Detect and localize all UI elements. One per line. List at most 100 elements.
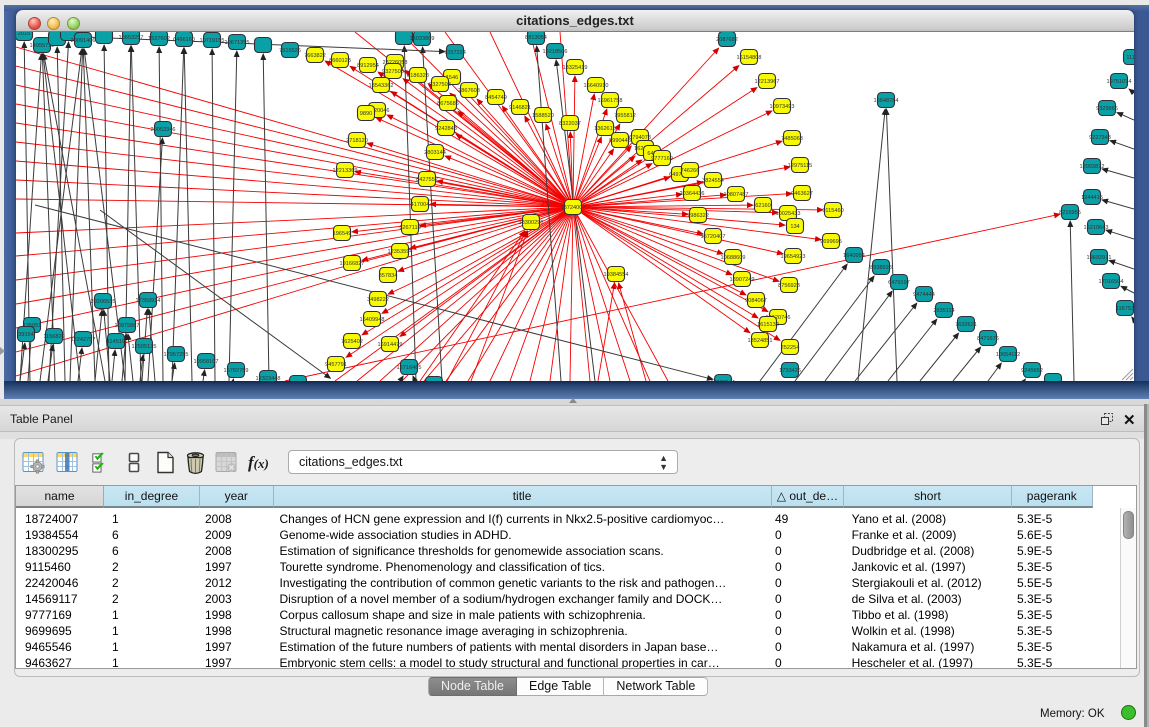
svg-text:9457791: 9457791 [325,362,347,368]
svg-text:746266: 746266 [681,168,700,174]
svg-text:12093872: 12093872 [1080,164,1105,170]
svg-text:16782759: 16782759 [224,368,249,374]
svg-text:6466160: 6466160 [173,37,195,43]
svg-text:8322037: 8322037 [559,121,581,127]
svg-text:10025433: 10025433 [776,211,801,217]
svg-text:7986322: 7986322 [687,213,709,219]
svg-text:2803144: 2803144 [424,150,446,156]
svg-text:10975887: 10975887 [115,323,140,329]
svg-text:8813054: 8813054 [525,35,547,41]
svg-text:8756928: 8756928 [778,283,800,289]
svg-text:13325419: 13325419 [563,65,588,71]
svg-text:7625402: 7625402 [341,339,363,345]
svg-text:9242848: 9242848 [435,126,457,132]
svg-text:17359934: 17359934 [136,298,161,304]
svg-text:19751074: 19751074 [1107,79,1132,85]
svg-text:9245652: 9245652 [1021,368,1043,374]
svg-text:12975115: 12975115 [788,163,812,169]
svg-text:8471676: 8471676 [977,336,999,342]
svg-text:10719155: 10719155 [200,38,225,44]
svg-text:1588520: 1588520 [532,113,554,119]
svg-text:2935114: 2935114 [933,308,954,314]
svg-text:16033809: 16033809 [410,36,435,42]
svg-text:1362615: 1362615 [594,126,616,132]
svg-text:3267110: 3267110 [399,225,420,231]
svg-text:16154808: 16154808 [737,55,762,61]
svg-text:10671355: 10671355 [225,40,250,46]
svg-text:9327503: 9327503 [382,69,404,75]
svg-text:9890: 9890 [360,111,372,117]
svg-text:7632621: 7632621 [955,322,977,328]
svg-text:19218506: 19218506 [543,49,568,55]
svg-text:1640954: 1640954 [843,253,865,259]
svg-text:14136141: 14136141 [711,380,736,381]
svg-text:1733426: 1733426 [779,368,801,374]
svg-text:16640910: 16640910 [584,83,609,89]
svg-text:2867608: 2867608 [458,88,480,94]
svg-text:12242757: 12242757 [71,337,96,343]
svg-text:7955812: 7955812 [614,113,636,119]
svg-text:16914479: 16914479 [378,342,403,348]
svg-text:9227343: 9227343 [1089,135,1111,141]
svg-text:12353594: 12353594 [388,249,413,255]
svg-text:10654112: 10654112 [996,352,1020,358]
svg-text:116753: 116753 [1116,306,1134,312]
svg-text:10653257: 10653257 [119,35,144,41]
svg-text:10688609: 10688609 [721,255,746,261]
svg-text:19384554: 19384554 [604,272,629,278]
svg-text:8454749: 8454749 [485,95,507,101]
svg-text:19166827: 19166827 [340,261,365,267]
svg-text:12213369: 12213369 [333,168,358,174]
svg-text:8427552: 8427552 [416,177,438,183]
svg-text:1111: 1111 [1126,55,1134,61]
svg-text:12323448: 12323448 [256,376,281,381]
svg-text:417004: 417004 [411,202,430,208]
svg-text:20091406: 20091406 [71,38,96,44]
svg-text:1527602: 1527602 [148,36,170,42]
svg-text:12505135: 12505135 [132,344,157,350]
svg-text:114519: 114519 [107,339,125,345]
svg-text:8912954: 8912954 [357,63,379,69]
svg-text:20053346: 20053346 [151,127,176,133]
svg-text:15716465: 15716465 [397,365,422,371]
svg-text:8660123: 8660123 [329,58,351,64]
svg-text:1156829: 1156829 [43,334,64,340]
svg-text:134: 134 [790,224,799,230]
svg-text:9777169: 9777169 [651,156,673,162]
svg-text:19654923: 19654923 [781,254,806,260]
svg-text:18300295: 18300295 [519,220,544,226]
svg-text:7485063: 7485063 [781,136,803,142]
svg-text:3824554: 3824554 [702,178,724,184]
svg-text:13524851: 13524851 [748,338,773,344]
svg-text:15720407: 15720407 [701,234,726,240]
svg-text:16409948: 16409948 [360,317,385,323]
svg-text:16210643: 16210643 [1084,225,1109,231]
svg-text:7515526: 7515526 [279,48,301,54]
svg-text:7357224: 7357224 [444,50,466,56]
svg-text:12213967: 12213967 [755,79,780,85]
svg-text:9329966: 9329966 [1096,106,1118,112]
svg-text:1244415: 1244415 [1081,195,1103,201]
svg-text:20364436: 20364436 [680,191,705,197]
svg-text:9699695: 9699695 [820,239,842,245]
svg-text:62160: 62160 [755,203,771,209]
svg-text:252254: 252254 [781,345,800,351]
svg-text:18543362: 18543362 [369,83,394,89]
svg-text:19692971: 19692971 [1087,255,1112,261]
svg-text:17016504: 17016504 [1099,279,1124,285]
svg-text:196549: 196549 [333,231,352,237]
svg-text:3498222: 3498222 [367,297,389,303]
svg-text:9327508: 9327508 [429,82,451,88]
svg-text:16648784: 16648784 [874,98,899,104]
svg-text:39154: 39154 [18,332,34,338]
svg-text:8675685: 8675685 [437,101,459,107]
svg-text:18907249: 18907249 [730,277,755,283]
svg-text:1615132: 1615132 [757,322,779,328]
svg-text:10807487: 10807487 [724,192,749,198]
svg-text:9463627: 9463627 [791,191,813,197]
svg-text:8215955: 8215955 [1059,210,1081,216]
svg-text:2718120: 2718120 [346,138,368,144]
svg-text:20206535: 20206535 [91,299,116,305]
svg-text:10958107: 10958107 [194,359,219,365]
svg-text:9115460: 9115460 [822,208,843,214]
